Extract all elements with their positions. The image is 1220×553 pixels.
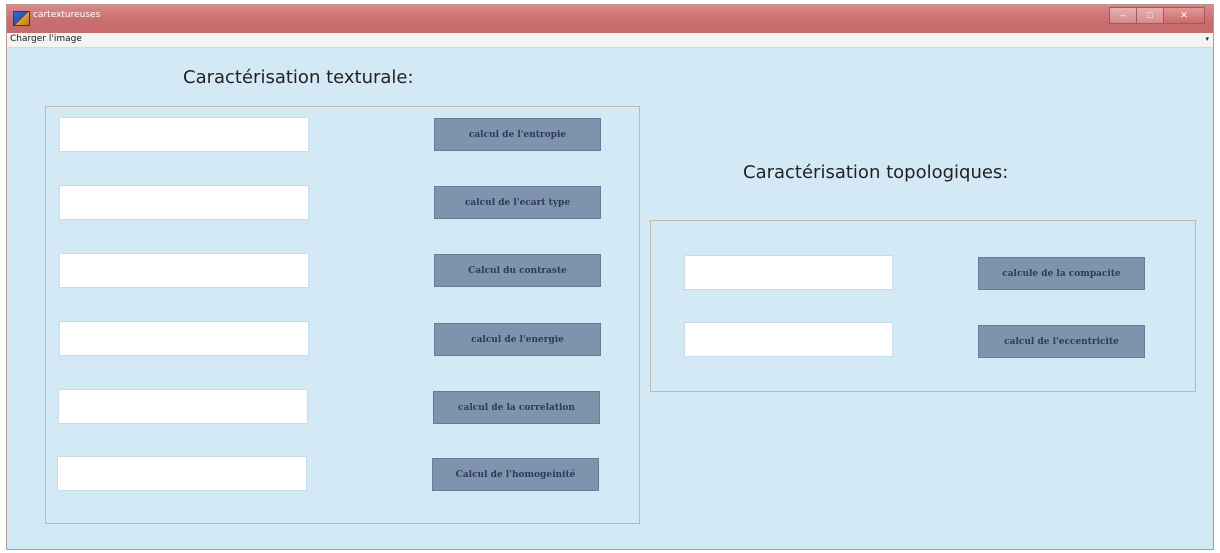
- energy-button[interactable]: calcul de l'energie: [434, 323, 601, 356]
- std-dev-field[interactable]: [59, 185, 309, 220]
- texture-heading: Caractérisation texturale:: [183, 67, 414, 88]
- maximize-button[interactable]: □: [1136, 7, 1164, 24]
- std-dev-button[interactable]: calcul de l'ecart type: [434, 186, 601, 219]
- correlation-field[interactable]: [58, 389, 308, 424]
- close-button[interactable]: ✕: [1163, 7, 1205, 24]
- menu-charger-image[interactable]: Charger l'image: [10, 34, 82, 44]
- window-controls: – □ ✕: [1109, 7, 1205, 24]
- correlation-button[interactable]: calcul de la correlation: [433, 391, 600, 424]
- menu-overflow-icon[interactable]: ▾: [1205, 35, 1209, 43]
- window-title: cartextureuses: [33, 10, 101, 20]
- title-bar: cartextureuses – □ ✕: [7, 5, 1213, 33]
- entropy-button[interactable]: calcul de l'entropie: [434, 118, 601, 151]
- minimize-button[interactable]: –: [1109, 7, 1137, 24]
- menu-bar: Charger l'image ▾: [7, 33, 1213, 48]
- homogeneity-button[interactable]: Calcul de l'homogeinité: [432, 458, 599, 491]
- contrast-button[interactable]: Calcul du contraste: [434, 254, 601, 287]
- homogeneity-field[interactable]: [57, 456, 307, 491]
- entropy-field[interactable]: [59, 117, 309, 152]
- compactness-button[interactable]: calcule de la compacite: [978, 257, 1145, 290]
- topology-heading: Caractérisation topologiques:: [743, 162, 1009, 183]
- contrast-field[interactable]: [59, 253, 309, 288]
- eccentricity-field[interactable]: [684, 322, 893, 357]
- compactness-field[interactable]: [684, 255, 893, 290]
- eccentricity-button[interactable]: calcul de l'eccentricite: [978, 325, 1145, 358]
- topology-panel: [650, 220, 1196, 392]
- app-window: cartextureuses – □ ✕ Charger l'image ▾ C…: [6, 4, 1214, 550]
- matlab-figure-icon: [13, 11, 30, 26]
- energy-field[interactable]: [59, 321, 309, 356]
